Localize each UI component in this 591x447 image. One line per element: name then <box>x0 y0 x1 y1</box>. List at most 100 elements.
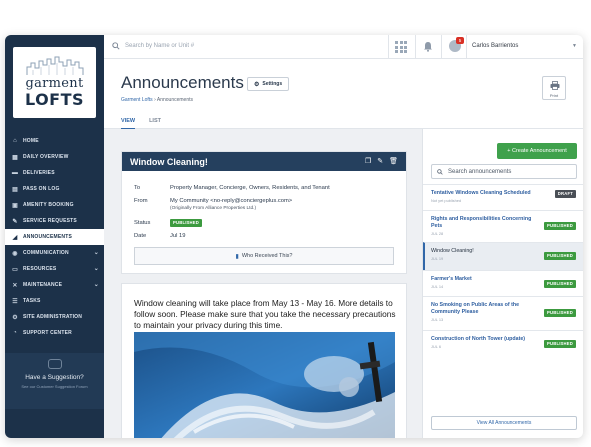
list-item-title: Window Cleaning! <box>431 248 474 254</box>
speech-bubble-icon <box>48 359 62 369</box>
list-item-title: No Smoking on Public Areas of the Commun… <box>431 302 520 315</box>
status-badge: PUBLISHED <box>544 252 576 260</box>
sidebar-item-label: DELIVERIES <box>23 170 55 176</box>
sidebar-item-daily-overview[interactable]: ▦ DAILY OVERVIEW <box>5 149 104 165</box>
logo[interactable]: garment LOFTS <box>13 47 96 118</box>
announcement-detail-card: Window Cleaning! ❐ ✎ 🗑 To Property Manag… <box>121 151 407 274</box>
list-item[interactable]: Construction of North Tower (update) JUL… <box>423 330 583 358</box>
announcement-list: Tentative Windows Cleaning Scheduled Not… <box>423 184 583 358</box>
chevron-down-icon: ⌄ <box>93 250 99 256</box>
sidebar-item-label: PASS ON LOG <box>23 186 60 192</box>
status-badge: PUBLISHED <box>544 222 576 230</box>
logo-text-line2: LOFTS <box>24 90 85 109</box>
who-received-label: Who Received This? <box>241 253 293 259</box>
announcement-body-card: Window cleaning will take place from May… <box>121 283 407 438</box>
home-icon: ⌂ <box>13 138 17 144</box>
sidebar-item-deliveries[interactable]: ▬ DELIVERIES <box>5 165 104 181</box>
list-item[interactable]: No Smoking on Public Areas of the Commun… <box>423 296 583 330</box>
search-input[interactable]: Search by Name or Unit # <box>125 43 194 49</box>
document-icon: ▤ <box>12 186 18 193</box>
apps-grid-icon[interactable] <box>395 41 407 53</box>
suggestion-link[interactable]: See our Customer Suggestion Forum <box>5 384 104 389</box>
announcement-body-text: Window cleaning will take place from May… <box>134 298 396 330</box>
announcement-search-input[interactable]: Search announcements <box>431 164 577 179</box>
print-label: Print <box>549 93 559 98</box>
sidebar-item-site-administration[interactable]: ⚙ SITE ADMINISTRATION <box>5 309 104 325</box>
truck-icon: ▬ <box>11 170 19 176</box>
from-original: (Originally From Alliance Properties Ltd… <box>170 206 257 211</box>
sidebar-item-announcements[interactable]: ◢ ANNOUNCEMENTS <box>5 229 104 245</box>
status-badge: DRAFT <box>554 190 576 198</box>
trash-icon[interactable]: 🗑 <box>389 157 398 165</box>
suggestion-box[interactable]: Have a Suggestion? See our Customer Sugg… <box>5 353 104 409</box>
search-icon <box>112 42 120 50</box>
sidebar-item-communication[interactable]: ◉ COMMUNICATION ⌄ <box>5 245 104 261</box>
printer-icon <box>550 81 560 90</box>
settings-label: Settings <box>262 81 283 87</box>
search-icon <box>437 169 443 175</box>
sidebar-item-support-center[interactable]: ◔ SUPPORT CENTER <box>5 325 104 341</box>
app-window: garment LOFTS ⌂ HOME ▦ DAILY OVERVIEW ▬ DEL… <box>5 35 583 438</box>
sidebar-item-label: SERVICE REQUESTS <box>23 218 77 224</box>
from-label: From <box>134 198 148 204</box>
tasks-icon: ☰ <box>12 298 18 305</box>
sidebar-item-maintenance[interactable]: ✕ MAINTENANCE ⌄ <box>5 277 104 293</box>
list-item-date: JUL 13 <box>431 317 444 322</box>
notification-badge: 5 <box>456 37 464 44</box>
divider <box>388 35 389 59</box>
sidebar-item-label: SUPPORT CENTER <box>23 330 72 336</box>
sidebar-item-amenity-booking[interactable]: ▣ AMENITY BOOKING <box>5 197 104 213</box>
announcement-search-placeholder: Search announcements <box>448 169 512 175</box>
list-item[interactable]: Rights and Responsibilities Concerning P… <box>423 210 583 242</box>
status-badge: PUBLISHED <box>544 309 576 317</box>
user-name[interactable]: Carlos Barrientos <box>472 43 518 49</box>
sidebar-item-home[interactable]: ⌂ HOME <box>5 133 104 149</box>
bell-icon[interactable] <box>423 41 433 52</box>
to-value: Property Manager, Concierge, Owners, Res… <box>170 185 330 191</box>
breadcrumb-parent[interactable]: Garment Lofts <box>121 97 153 103</box>
copy-icon[interactable]: ❐ <box>365 157 371 165</box>
divider <box>466 35 467 59</box>
sidebar-item-label: DAILY OVERVIEW <box>23 154 69 160</box>
booking-icon: ▣ <box>12 202 18 209</box>
sidebar-item-label: AMENITY BOOKING <box>23 202 74 208</box>
sidebar-item-service-requests[interactable]: ✎ SERVICE REQUESTS <box>5 213 104 229</box>
breadcrumb-separator: › <box>154 97 156 103</box>
who-received-button[interactable]: ▮ Who Received This? <box>134 247 394 265</box>
breadcrumb: Garment Lofts › Announcements <box>121 97 193 103</box>
divider <box>415 35 416 59</box>
list-item-title: Rights and Responsibilities Concerning P… <box>431 216 532 229</box>
breadcrumb-current: Announcements <box>156 97 194 103</box>
tools-icon: ✕ <box>12 282 18 289</box>
list-item-title: Tentative Windows Cleaning Scheduled <box>431 190 531 196</box>
list-item-date: JUL 28 <box>431 231 444 236</box>
sidebar-item-tasks[interactable]: ☰ TASKS <box>5 293 104 309</box>
tab-view[interactable]: VIEW <box>121 118 136 129</box>
print-button[interactable]: Print <box>542 76 566 100</box>
chevron-down-icon: ⌄ <box>93 266 99 272</box>
create-announcement-button[interactable]: + Create Announcement <box>497 143 577 159</box>
chat-icon: ◉ <box>12 250 18 257</box>
sidebar-nav: ⌂ HOME ▦ DAILY OVERVIEW ▬ DELIVERIES ▤ PASS … <box>5 133 104 341</box>
list-item[interactable]: Tentative Windows Cleaning Scheduled Not… <box>423 184 583 210</box>
date-value: Jul 19 <box>170 233 186 239</box>
help-icon: ◔ <box>13 330 17 336</box>
wrench-icon: ✎ <box>12 218 18 225</box>
status-badge: PUBLISHED <box>544 340 576 348</box>
to-label: To <box>134 185 141 191</box>
list-item[interactable]: Farmer's Market JUL 14 PUBLISHED <box>423 270 583 296</box>
list-item[interactable]: Window Cleaning! JUL 19 PUBLISHED <box>423 242 583 270</box>
tab-list[interactable]: LIST <box>149 118 161 129</box>
sidebar-item-pass-on-log[interactable]: ▤ PASS ON LOG <box>5 181 104 197</box>
window-cleaning-photo <box>134 332 395 438</box>
view-all-announcements-button[interactable]: View All Announcements <box>431 416 577 430</box>
sidebar-item-label: RESOURCES <box>23 266 57 272</box>
chevron-down-icon[interactable]: ▼ <box>572 43 577 49</box>
sidebar-item-resources[interactable]: ▭ RESOURCES ⌄ <box>5 261 104 277</box>
list-item-title: Farmer's Market <box>431 276 472 282</box>
settings-button[interactable]: ⚙ Settings <box>247 77 290 91</box>
edit-icon[interactable]: ✎ <box>377 157 383 165</box>
skyline-icon <box>26 56 84 75</box>
card-actions: ❐ ✎ 🗑 <box>365 157 398 165</box>
sidebar-item-label: MAINTENANCE <box>23 282 63 288</box>
